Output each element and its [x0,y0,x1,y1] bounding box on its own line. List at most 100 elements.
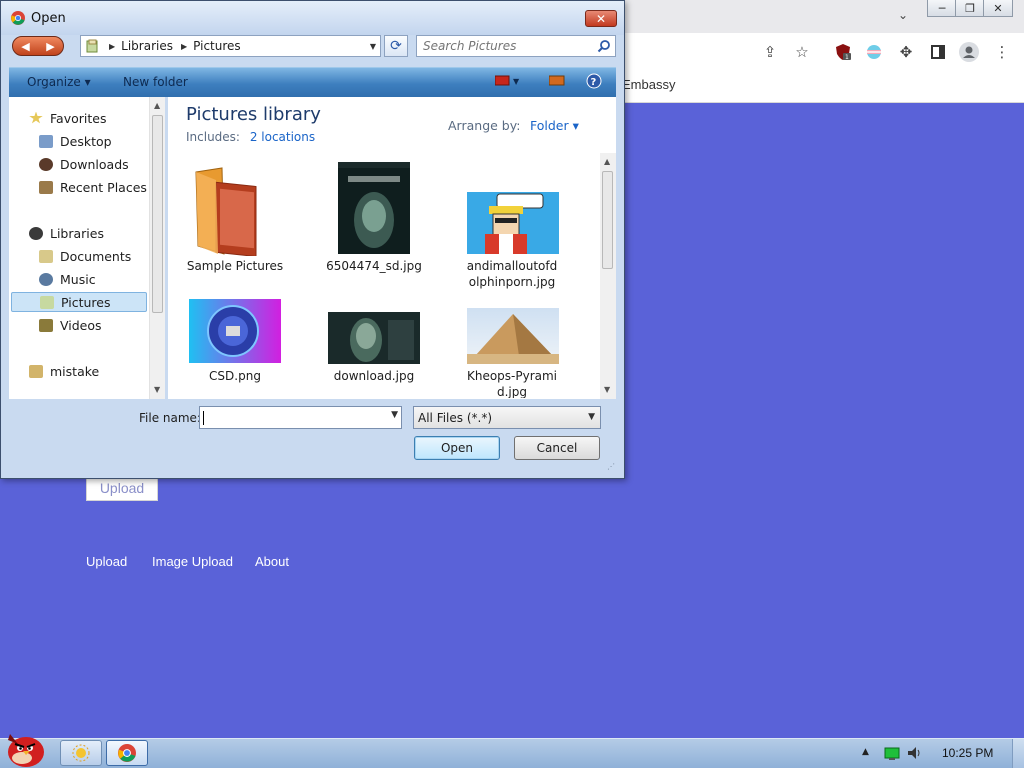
file-name: download.jpg [333,369,415,383]
nav-item-downloads-label: Downloads [60,156,129,172]
nav-item-desktop-label: Desktop [60,133,112,149]
dialog-title: Open [31,11,66,26]
view-options-icon[interactable]: ▼ [494,74,523,91]
share-icon[interactable]: ⇪ [759,41,781,63]
taskbar [0,738,1024,768]
library-includes: Includes: 2 locations [186,130,315,144]
star-icon [29,111,43,124]
pyramid-thumbnail [467,308,559,364]
volume-icon[interactable] [906,745,922,761]
taskbar-explorer-button[interactable] [60,740,102,766]
content-scrollbar[interactable]: ▲ ▼ [600,153,616,399]
start-button-angry-bird-icon[interactable] [4,730,46,768]
scroll-up-icon[interactable]: ▲ [154,101,160,110]
dialog-titlebar [1,1,624,35]
nav-scrollbar[interactable]: ▲ ▼ [149,97,165,399]
nav-link-upload[interactable]: Upload [86,554,127,569]
cancel-button[interactable]: Cancel [514,436,600,460]
pictures-icon [40,295,54,309]
side-panel-icon[interactable] [927,41,949,63]
file-name: CSD.png [209,369,261,383]
chevron-down-icon[interactable]: ▼ [588,412,595,422]
search-box[interactable] [416,35,616,57]
desktop-icon [39,134,53,148]
profile-avatar-icon[interactable] [958,41,980,63]
restore-icon[interactable]: ❐ [955,0,985,17]
extension-colors-icon[interactable] [863,41,885,63]
chevron-down-icon[interactable]: ▼ [391,410,398,420]
bookmark-item[interactable]: Embassy [622,77,675,92]
includes-locations-link[interactable]: 2 locations [250,130,315,144]
extension-ublock-icon[interactable]: 1 [832,41,854,63]
scroll-down-icon[interactable]: ▼ [154,385,160,394]
navigation-pane: Favorites Desktop Downloads Recent Place… [9,97,165,399]
breadcrumb-libraries[interactable]: Libraries [121,39,173,53]
nav-libraries[interactable]: Libraries [29,223,169,243]
bookmark-star-icon[interactable]: ☆ [791,41,813,63]
minimize-icon[interactable]: ─ [927,0,957,17]
tray-clock[interactable]: 10:25 PM [942,746,993,760]
arrange-by-label: Arrange by: [448,118,521,133]
search-icon[interactable] [597,39,611,53]
tray-overflow-icon[interactable]: ▲ [862,747,869,757]
nav-item-pictures[interactable]: Pictures [11,292,147,312]
downloads-icon [39,157,53,171]
filetype-value: All Files (*.*) [418,410,493,425]
recent-places-icon [39,180,53,194]
address-dropdown-icon[interactable]: ▼ [365,35,381,57]
content-scroll-thumb[interactable] [602,171,613,269]
address-bar[interactable]: ▶ Libraries ▶ Pictures [80,35,381,57]
nav-libraries-label: Libraries [50,225,104,241]
dialog-close-button[interactable]: ✕ [585,10,617,27]
forward-arrow-icon[interactable]: ▶ [46,40,54,53]
nav-item-videos-label: Videos [60,317,102,333]
svg-text:?: ? [591,77,597,88]
command-bar: Organize ▾ New folder ▼ ? [9,67,616,97]
svg-text:▼: ▼ [513,77,520,86]
chevron-down-icon[interactable]: ⌄ [898,8,908,22]
nav-scroll-thumb[interactable] [152,115,163,313]
open-file-dialog: Open ✕ ◀ ▶ ▶ Libraries ▶ Pictures ▼ ⟳ Or… [0,0,625,479]
chrome-icon [11,11,25,25]
preview-pane-icon[interactable] [548,74,565,91]
chrome-icon [118,744,136,762]
close-icon[interactable]: ✕ [983,0,1013,17]
network-icon[interactable] [884,746,900,760]
help-icon[interactable]: ? [586,73,602,92]
filetype-select[interactable]: All Files (*.*) ▼ [413,406,601,429]
breadcrumb-separator-icon: ▶ [109,41,116,51]
extensions-puzzle-icon[interactable]: ✥ [895,41,917,63]
organize-button[interactable]: Organize ▾ [27,75,91,89]
nav-item-pictures-label: Pictures [61,294,111,310]
refresh-icon[interactable]: ⟳ [384,35,408,57]
nav-link-image-upload[interactable]: Image Upload [152,554,233,569]
new-folder-button[interactable]: New folder [123,75,188,89]
resize-grip-icon[interactable]: ⋰ [607,462,615,471]
file-name: Sample Pictures [186,259,284,273]
back-forward-buttons[interactable]: ◀ ▶ [12,36,64,56]
breadcrumb-pictures[interactable]: Pictures [193,39,241,53]
nav-favorites[interactable]: Favorites [29,108,169,128]
movie-poster-thumbnail [338,162,410,254]
nav-item-recent-places-label: Recent Places [60,179,147,195]
face-thumbnail [328,312,420,364]
show-desktop-button[interactable] [1012,739,1024,768]
breadcrumb-separator-icon: ▶ [180,41,188,51]
back-arrow-icon[interactable]: ◀ [21,40,29,53]
cartoon-thumbnail [467,192,559,254]
includes-label: Includes: [186,130,240,144]
libraries-icon [29,226,43,240]
filename-combobox[interactable]: ▼ [199,406,402,429]
arrange-by-dropdown[interactable]: Folder ▾ [530,118,579,133]
folder-icon [29,364,43,378]
nav-link-about[interactable]: About [255,554,289,569]
scroll-up-icon[interactable]: ▲ [604,157,610,166]
scroll-down-icon[interactable]: ▼ [604,385,610,394]
search-input[interactable] [423,39,588,53]
menu-kebab-icon[interactable]: ⋮ [991,41,1013,63]
taskbar-chrome-button[interactable] [106,740,148,766]
open-button[interactable]: Open [414,436,500,460]
filename-input[interactable] [203,410,383,425]
nav-item-mistake[interactable]: mistake [29,361,169,381]
file-name: andimalloutofd olphinporn.jpg [466,259,558,289]
